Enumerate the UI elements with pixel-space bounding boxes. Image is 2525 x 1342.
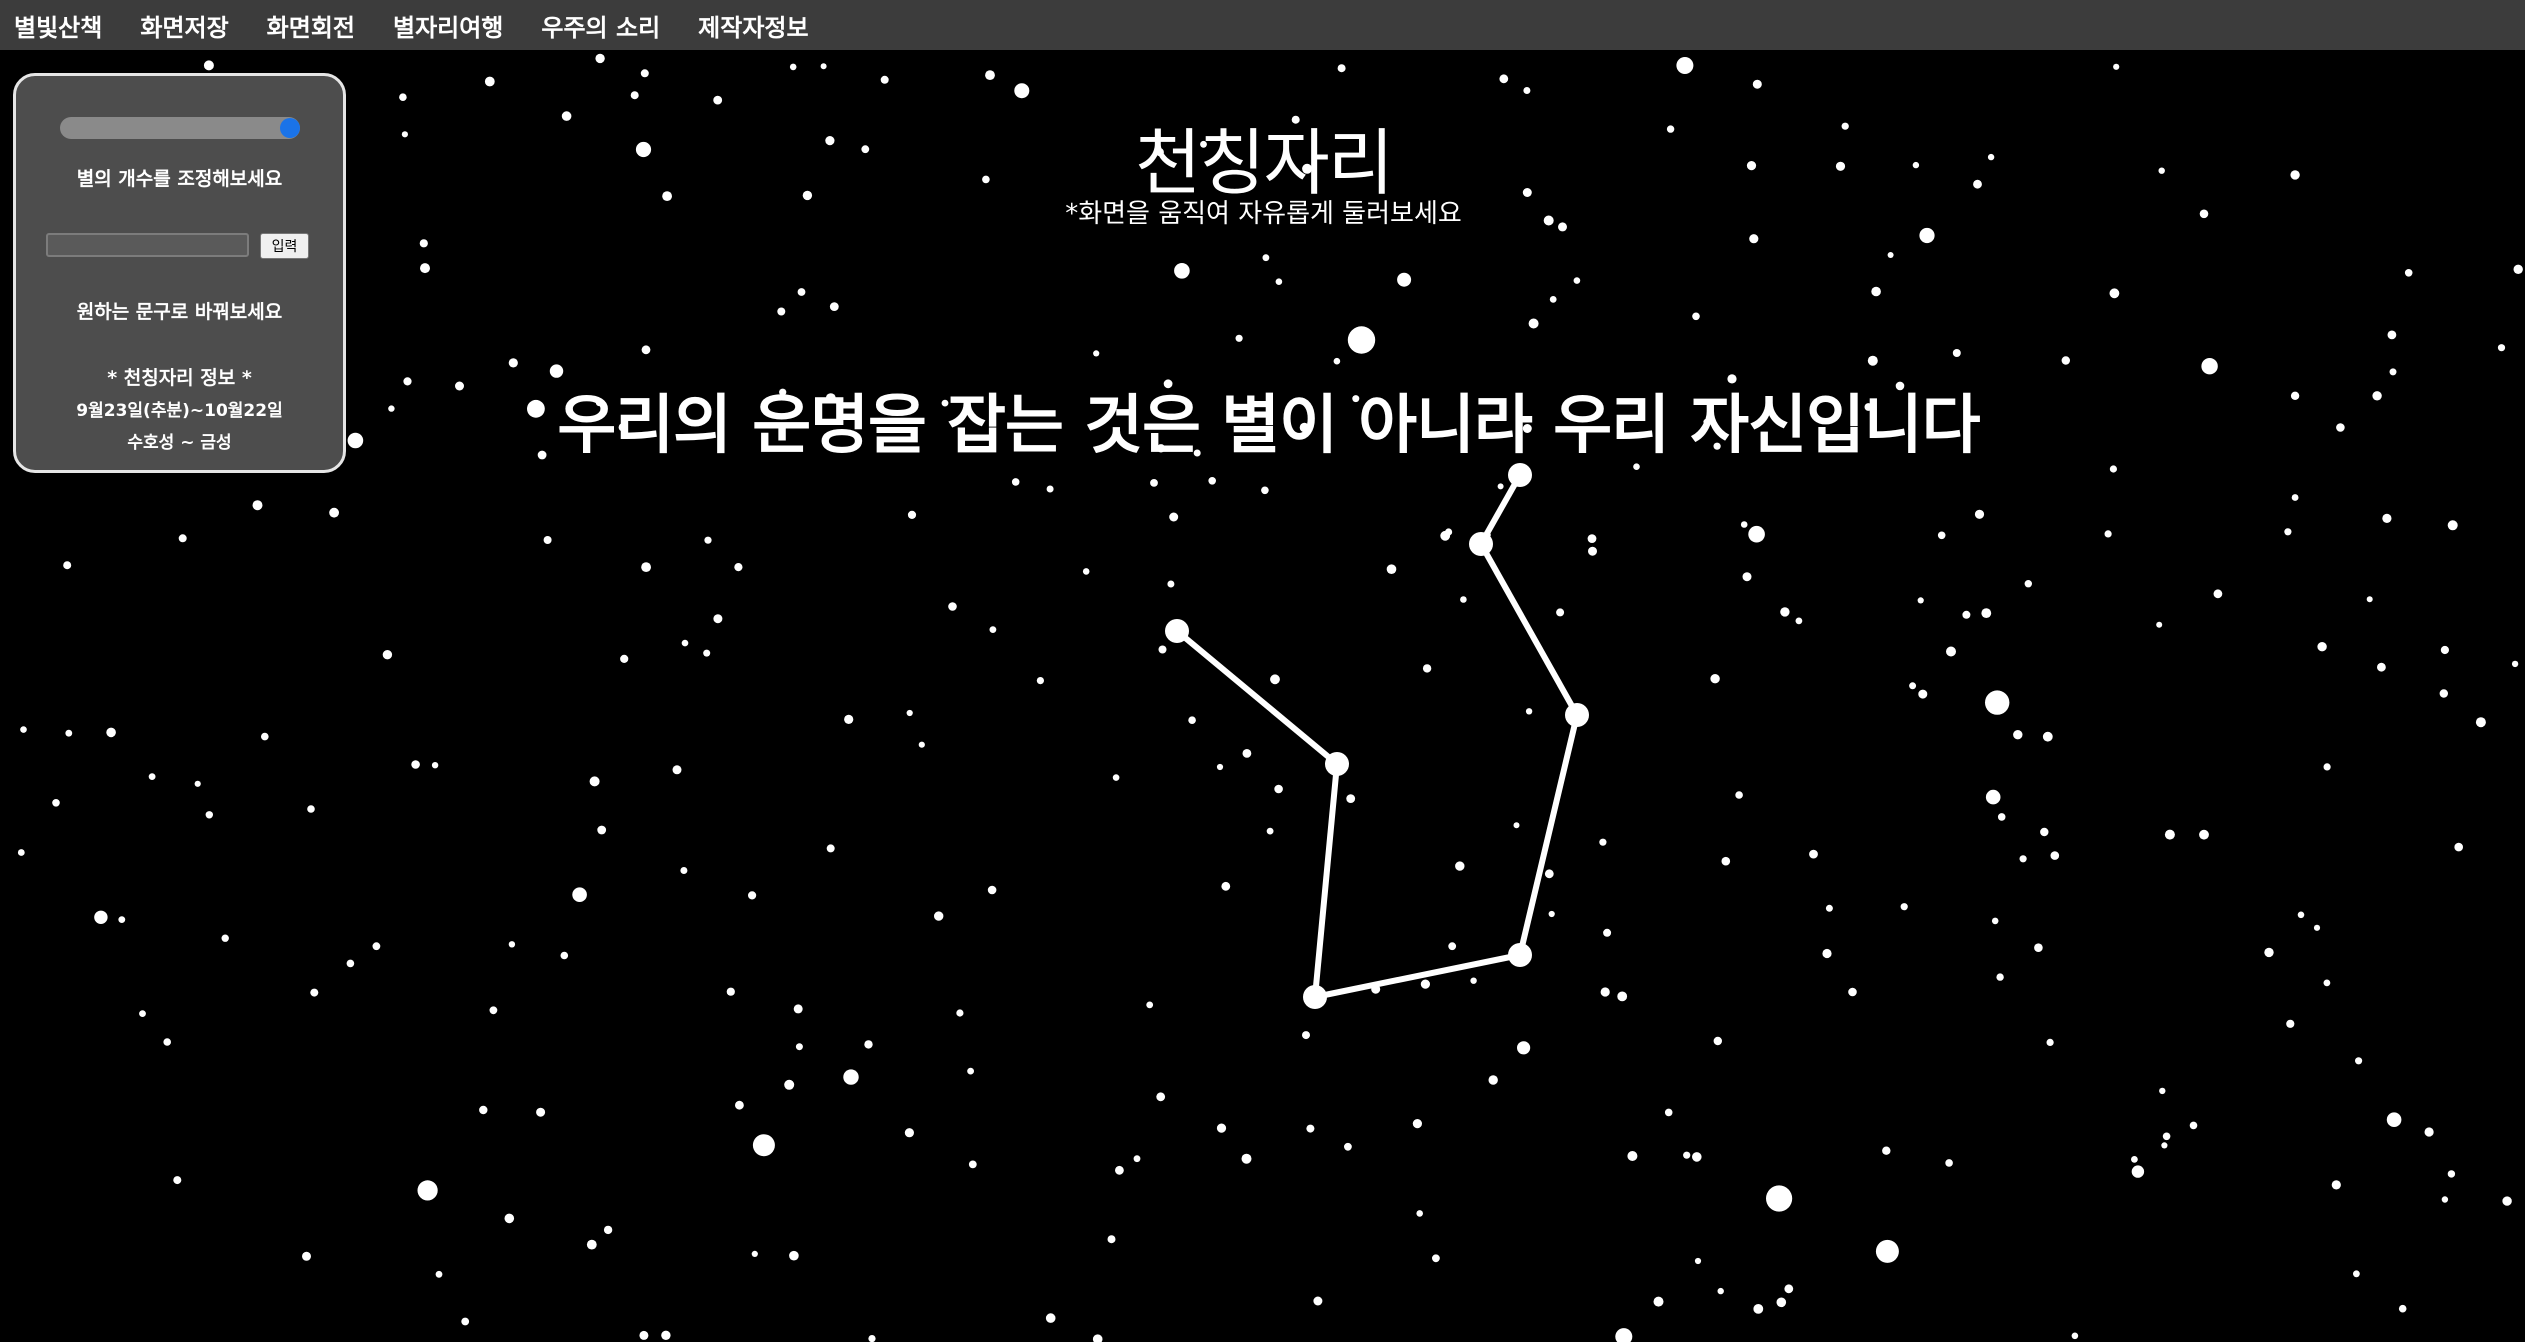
control-panel: 별의 개수를 조정해보세요 입력 원하는 문구로 바꿔보세요 * 천칭자리 정보… (13, 73, 346, 473)
constellation-info-planet: 수호성 ~ 금성 (127, 433, 232, 453)
constellation-star (1508, 943, 1532, 967)
menu-item-creator-info[interactable]: 제작자정보 (698, 8, 808, 43)
constellation-info-dates: 9월23일(추분)~10월22일 (76, 401, 283, 421)
menu-item-starlight-walk[interactable]: 별빛산책 (14, 8, 102, 43)
constellation-line (1478, 542, 1580, 717)
constellation-info-heading: * 천칭자리 정보 * (107, 367, 252, 389)
constellation-line (1314, 952, 1521, 1000)
page-subtitle: *화면을 움직여 자유롭게 둘러보세요 (1065, 199, 1462, 229)
constellation-star (1508, 463, 1532, 487)
slider-thumb[interactable] (280, 118, 300, 138)
quote-text: 우리의 운명을 잡는 것은 별이 아니라 우리 자신입니다 (557, 389, 1980, 463)
starfield-app[interactable]: 별빛산책 화면저장 화면회전 별자리여행 우주의 소리 제작자정보 별의 개수를… (0, 0, 2525, 1342)
constellation-star (1165, 619, 1189, 643)
constellation-star (1469, 532, 1493, 556)
constellation-lines (1175, 473, 1580, 1000)
constellation-line (1175, 628, 1339, 767)
menu-item-sound-of-space[interactable]: 우주의 소리 (541, 8, 660, 43)
menu-item-save-screen[interactable]: 화면저장 (140, 8, 228, 43)
constellation-star (1325, 752, 1349, 776)
constellation-line (1312, 763, 1340, 998)
submit-button[interactable]: 입력 (260, 233, 309, 259)
input-caption: 원하는 문구로 바꿔보세요 (76, 301, 283, 323)
constellation-star (1303, 985, 1327, 1009)
constellation-line (1517, 714, 1580, 956)
constellation-star (1565, 703, 1589, 727)
slider-caption: 별의 개수를 조정해보세요 (76, 168, 283, 190)
menu-item-rotate-screen[interactable]: 화면회전 (267, 8, 355, 43)
menu-item-constellation-tour[interactable]: 별자리여행 (393, 8, 503, 43)
star-count-slider[interactable] (60, 117, 300, 139)
top-menu-bar: 별빛산책 화면저장 화면회전 별자리여행 우주의 소리 제작자정보 (0, 0, 2525, 50)
custom-text-input[interactable] (46, 233, 249, 257)
